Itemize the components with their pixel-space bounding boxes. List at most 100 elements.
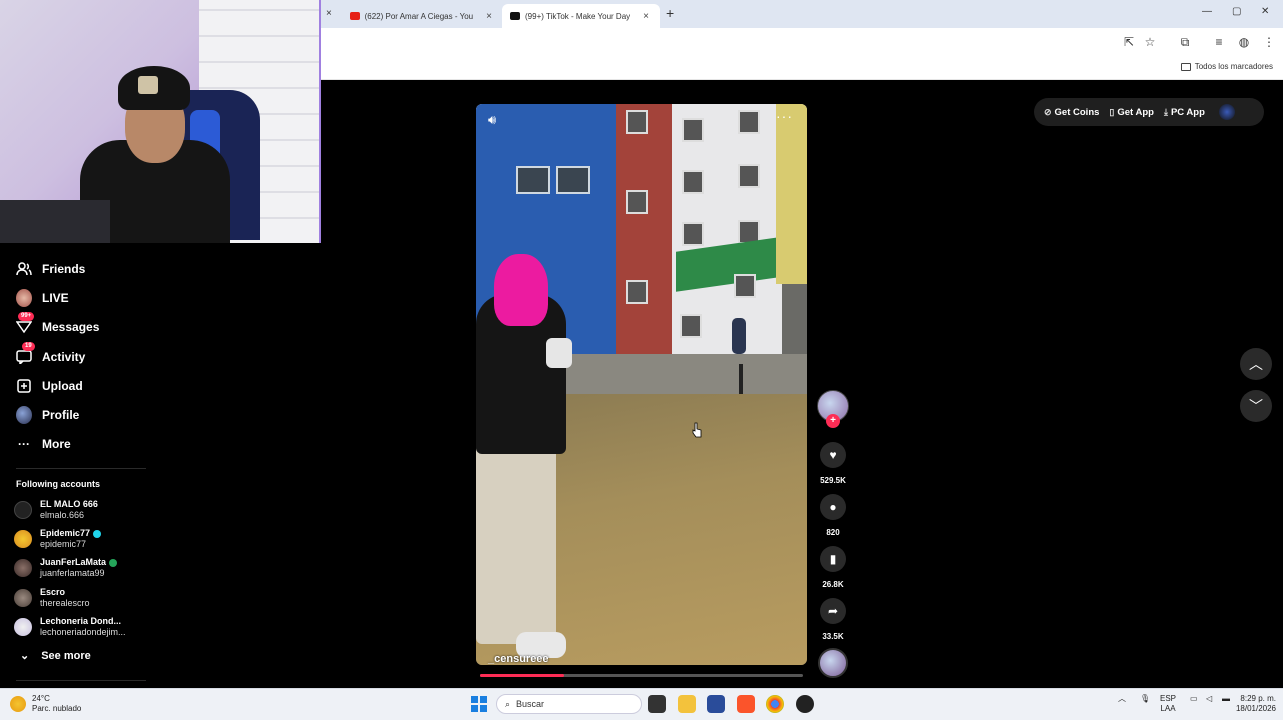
window	[556, 166, 590, 194]
lang-top: ESP	[1160, 694, 1177, 703]
window	[626, 280, 648, 304]
sidebar-item-profile[interactable]: Profile	[16, 404, 79, 426]
taskbar-search[interactable]: ⌕ Buscar	[496, 694, 642, 714]
more-icon: ···	[18, 437, 30, 451]
more-options-icon[interactable]: ···	[776, 108, 793, 124]
get-app-label: Get App	[1117, 106, 1154, 118]
media-icon[interactable]: ≡	[1212, 35, 1226, 49]
clock-date: 18/01/2026	[1235, 704, 1276, 713]
windows-start-icon[interactable]	[471, 696, 487, 712]
account-username: elmalo.666	[40, 510, 85, 520]
sidebar-item-live[interactable]: LIVE	[16, 287, 69, 309]
sidebar-item-label: Messages	[42, 320, 100, 334]
share-arrow-icon: ➦	[827, 604, 839, 618]
tab-close-button[interactable]: ×	[486, 11, 492, 22]
weather-widget[interactable]: 24°C Parc. nublado	[10, 694, 81, 714]
clock[interactable]: 8:29 p. m. 18/01/2026	[1228, 694, 1276, 714]
video-pink-balaclava	[494, 254, 548, 326]
get-app-button[interactable]: ▯ Get App	[1109, 107, 1154, 118]
messages-badge: 99+	[18, 312, 35, 321]
following-account[interactable]: EL MALO 666 elmalo.666	[14, 497, 98, 523]
like-count: 529.5K	[820, 476, 846, 485]
store-icon[interactable]	[707, 695, 725, 713]
tab-close-left[interactable]: ×	[326, 8, 332, 19]
divider	[16, 468, 146, 469]
sidebar-item-label: Friends	[42, 262, 86, 276]
window	[516, 166, 550, 194]
comment-count: 820	[826, 528, 840, 537]
minimize-button[interactable]: —	[1202, 6, 1212, 17]
previous-video-button[interactable]: ︿	[1240, 348, 1272, 380]
tab-tiktok[interactable]: (99+) TikTok - Make Your Day ×	[502, 4, 660, 28]
clock-time: 8:29 p. m.	[1240, 694, 1276, 703]
bookmark-icon: ▮	[829, 552, 837, 566]
new-tab-button[interactable]: +	[666, 5, 674, 21]
account-name: JuanFerLaMata	[40, 557, 107, 567]
brave-browser-icon[interactable]	[737, 695, 755, 713]
profile-avatar-icon[interactable]: ◍	[1237, 35, 1251, 49]
volume-icon[interactable]: 🔊︎	[488, 112, 496, 128]
account-name: Epidemic77	[40, 528, 91, 538]
chevron-down-icon: ⌄	[20, 650, 30, 662]
input-language[interactable]: ESP LAA	[1160, 694, 1176, 714]
close-window-button[interactable]: ✕	[1261, 6, 1269, 17]
sidebar-item-upload[interactable]: Upload	[16, 375, 83, 397]
tray-chevron-icon[interactable]: ︿	[1118, 694, 1126, 704]
friends-icon	[16, 261, 32, 277]
all-bookmarks[interactable]: Todos los marcadores	[1180, 62, 1273, 71]
video-pedestrian	[732, 318, 746, 354]
menu-kebab-icon[interactable]: ⋮	[1262, 35, 1276, 49]
following-account[interactable]: Lechoneria Dond... lechoneriadondejim...	[14, 614, 126, 640]
next-video-button[interactable]: ﹀	[1240, 390, 1272, 422]
like-button[interactable]: ♥	[820, 442, 846, 468]
profile-icon	[16, 406, 32, 424]
sidebar-item-activity[interactable]: 19 Activity	[16, 342, 85, 368]
window	[682, 118, 704, 142]
avatar	[14, 589, 32, 607]
volume-tray-icon[interactable]: ◁	[1206, 694, 1212, 704]
video-player[interactable]: 🔊︎ ··· _censureee	[476, 104, 807, 665]
sidebar-item-label: LIVE	[42, 291, 69, 305]
tab-youtube[interactable]: (622) Por Amar A Ciegas - YouT ×	[342, 4, 500, 28]
following-account[interactable]: Escro therealescro	[14, 585, 90, 611]
share-button[interactable]: ➦	[820, 598, 846, 624]
tab-close-button[interactable]: ×	[643, 11, 649, 22]
sidebar-item-friends[interactable]: Friends	[16, 258, 85, 280]
chrome-icon[interactable]	[766, 695, 784, 713]
task-view-icon[interactable]	[648, 695, 666, 713]
account-username: therealescro	[40, 598, 90, 608]
video-author[interactable]: _censureee	[488, 653, 549, 665]
get-coins-button[interactable]: ⊘ Get Coins	[1044, 107, 1099, 118]
video-progress-bar[interactable]	[480, 674, 803, 677]
following-account[interactable]: JuanFerLaMata juanferlamata99	[14, 555, 118, 581]
app-icon[interactable]	[796, 695, 814, 713]
all-bookmarks-label: Todos los marcadores	[1194, 62, 1273, 71]
upload-icon	[16, 378, 32, 394]
maximize-button[interactable]: ▢	[1232, 6, 1241, 17]
music-disc[interactable]	[818, 648, 848, 678]
phone-icon: ▯	[1109, 106, 1115, 117]
weather-sun-icon	[10, 696, 26, 712]
video-person-legs	[476, 444, 556, 644]
sidebar-item-more[interactable]: ··· More	[16, 433, 71, 455]
search-placeholder: Buscar	[516, 699, 545, 709]
verified-icon	[93, 529, 102, 538]
see-more-button[interactable]: ⌄ See more	[20, 649, 91, 663]
pc-app-button[interactable]: ⤓ PC App	[1164, 107, 1205, 118]
save-button[interactable]: ▮	[820, 546, 846, 572]
user-avatar[interactable]	[1218, 104, 1235, 120]
weather-condition: Parc. nublado	[32, 704, 82, 713]
microphone-icon[interactable]: 🎙︎	[1140, 694, 1150, 704]
follow-plus-icon[interactable]: +	[826, 414, 840, 428]
install-icon[interactable]: ⇱	[1122, 35, 1136, 49]
file-explorer-icon[interactable]	[678, 695, 696, 713]
network-icon[interactable]: ▭	[1190, 694, 1198, 704]
following-account[interactable]: Epidemic77 epidemic77	[14, 526, 102, 552]
temperature: 24°C	[32, 694, 50, 703]
extensions-icon[interactable]: ⧉	[1178, 35, 1192, 49]
bookmark-star-icon[interactable]: ☆	[1143, 35, 1157, 49]
desk	[0, 200, 110, 243]
comment-button[interactable]: ●	[820, 494, 846, 520]
sidebar-item-messages[interactable]: 99+ Messages	[16, 312, 100, 338]
messages-icon: 99+	[16, 312, 35, 335]
